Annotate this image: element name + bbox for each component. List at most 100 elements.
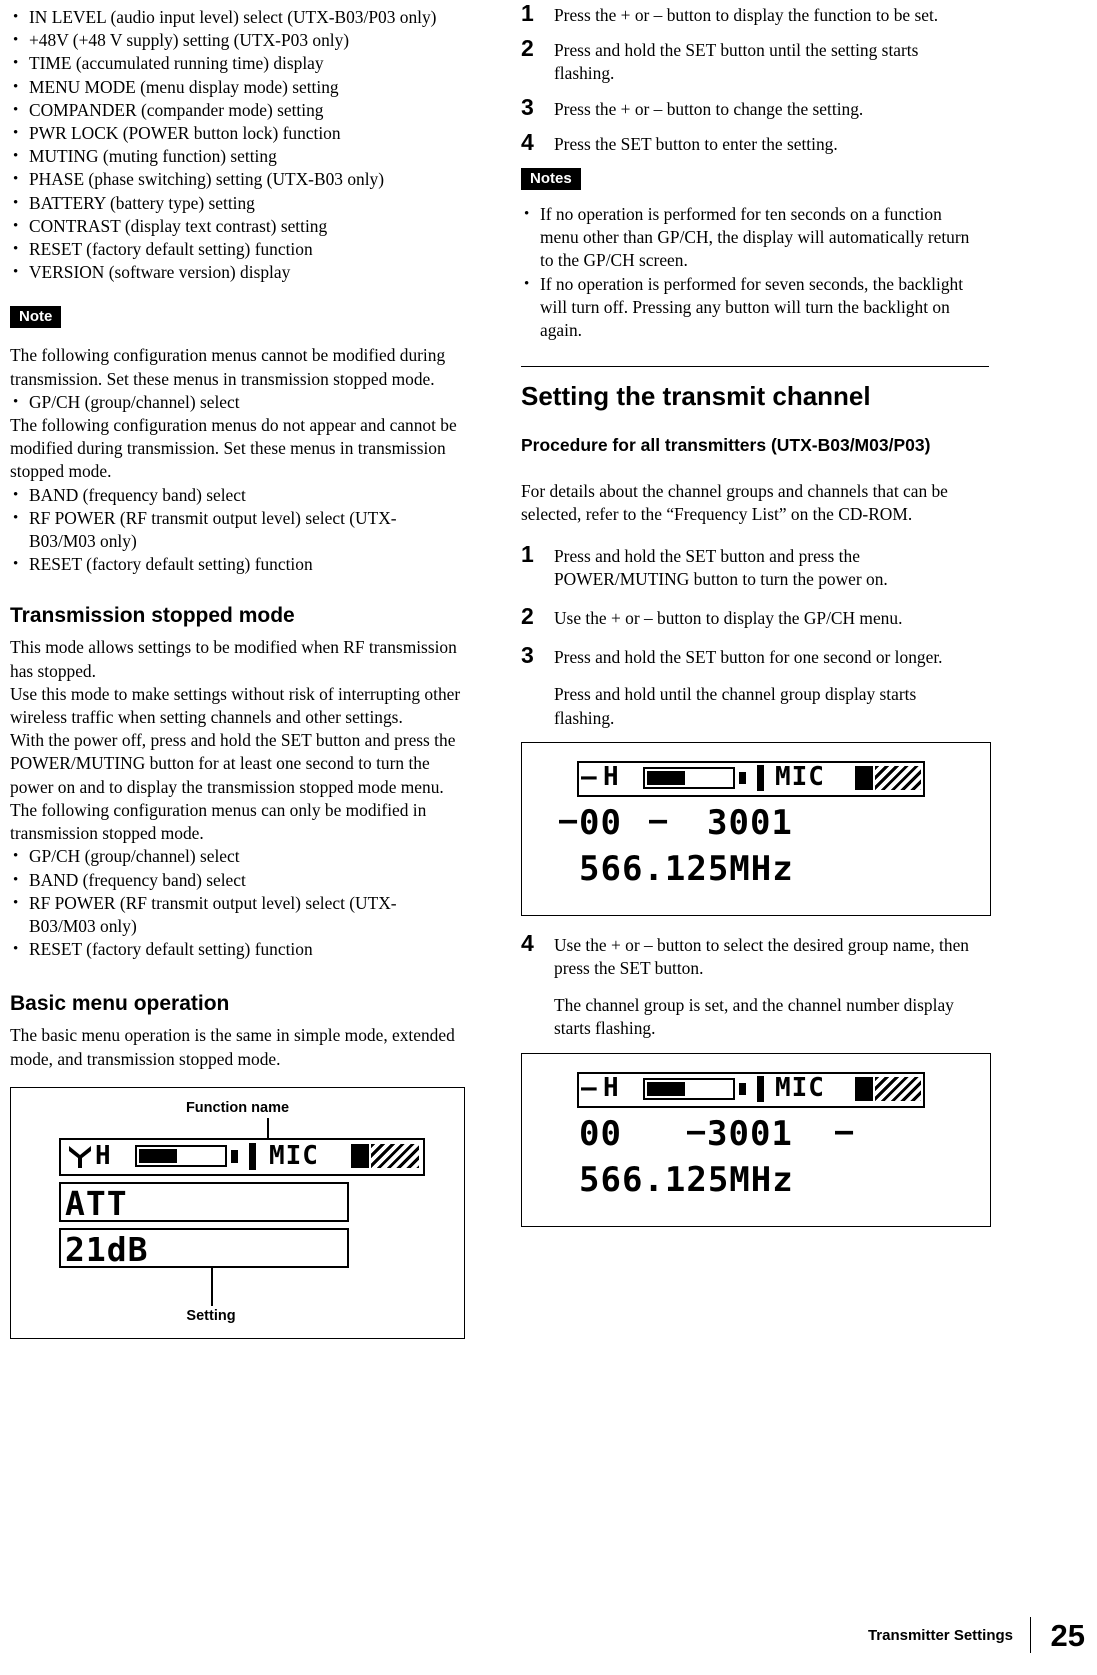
list-item: IN LEVEL (audio input level) select (UTX… [10,6,462,29]
note-bullets-1: GP/CH (group/channel) select [10,391,462,414]
lcd-status-h: H [95,1140,112,1171]
callout-line-bottom [211,1267,213,1306]
heading-setting-transmit-channel: Setting the transmit channel [521,381,871,412]
lcd-channel-value: 3001 [707,1113,793,1154]
battery-level-fill [647,1081,685,1096]
level-meter-hatch [875,1076,921,1101]
lcd-antenna-dash: – [581,1072,598,1103]
lcd-display: H MIC ATT 21dB [59,1137,425,1269]
right-column: 1 Press the + or – button to display the… [521,0,991,1227]
lcd-status-h: H [603,1072,620,1103]
subheading-procedure: Procedure for all transmitters (UTX-B03/… [521,435,931,456]
list-item: RF POWER (RF transmit output level) sele… [10,507,462,553]
heading-basic-menu-operation: Basic menu operation [10,992,230,1016]
list-item: COMPANDER (compander mode) setting [10,99,462,122]
battery-terminal [739,771,746,784]
notes-tag: Notes [521,168,581,191]
lcd-divider [757,1075,764,1102]
step-text: Press and hold the SET button until the … [554,40,919,84]
list-item: PHASE (phase switching) setting (UTX-B03… [10,168,462,191]
battery-terminal [231,1149,238,1163]
page-number: 25 [1050,1618,1085,1653]
level-meter-block [855,1076,873,1101]
lcd-frequency-value: 566.125MHz [579,1159,794,1200]
notes-bullets: If no operation is performed for ten sec… [521,203,973,342]
list-item: BAND (frequency band) select [10,484,462,507]
flash-indicator-right: – [649,802,669,838]
steps-bottom: 1 Press and hold the SET button and pres… [521,541,973,730]
list-item: BAND (frequency band) select [10,869,462,892]
feature-list: IN LEVEL (audio input level) select (UTX… [10,6,462,285]
level-meter-hatch [875,765,921,790]
lcd-mic-label: MIC [775,1072,825,1103]
manual-page: IN LEVEL (audio input level) select (UTX… [0,0,1097,1675]
step-text: Use the + or – button to select the desi… [554,934,969,979]
lcd-frequency-value: 566.125MHz [579,848,794,889]
step-number: 3 [521,93,534,120]
detail-paragraph: For details about the channel groups and… [521,481,948,525]
lcd-display: – H MIC – – 00 3001 566.125MHz [577,1071,925,1206]
list-item: MENU MODE (menu display mode) setting [10,76,462,99]
flash-indicator-right: – [835,1113,855,1149]
section-divider [521,366,989,368]
list-item: If no operation is performed for ten sec… [521,203,973,273]
step-text: Press the + or – button to change the se… [554,98,864,119]
battery-terminal [739,1082,746,1095]
note-paragraph-1: The following configuration menus cannot… [10,345,446,389]
note-paragraph-2: The following configuration menus do not… [10,415,457,482]
antenna-icon [69,1145,91,1168]
step: 4 Use the + or – button to select the de… [521,930,973,1041]
basic-menu-paragraph: The basic menu operation is the same in … [10,1025,455,1069]
list-item: PWR LOCK (POWER button lock) function [10,122,462,145]
figure-channel-group-flashing: – H MIC – – 00 3001 566.125MHz [521,741,991,916]
list-item: GP/CH (group/channel) select [10,845,462,868]
step-number: 3 [521,642,534,669]
lcd-display: – H MIC – – 00 3001 566.125MHz [559,760,925,895]
step: 4 Press the SET button to enter the sett… [521,129,973,156]
list-item: CONTRAST (display text contrast) setting [10,215,462,238]
step-number: 4 [521,929,534,956]
list-item: RF POWER (RF transmit output level) sele… [10,892,462,938]
lcd-divider [249,1142,256,1170]
step-number: 2 [521,603,534,630]
step-sub-text: Press and hold until the channel group d… [554,684,917,728]
step-number: 4 [521,128,534,155]
lcd-function-value: ATT [65,1183,128,1223]
lcd-group-value: 00 [579,802,622,843]
lcd-mic-label: MIC [775,761,825,792]
footer-section-label: Transmitter Settings [867,1627,1013,1644]
level-meter-block [351,1143,369,1168]
list-item: RESET (factory default setting) function [10,938,462,961]
page-footer: Transmitter Settings 25 [0,1615,1097,1675]
list-item: +48V (+48 V supply) setting (UTX-P03 onl… [10,29,462,52]
battery-level-fill [647,770,685,785]
note-bullets-2: BAND (frequency band) select RF POWER (R… [10,484,462,577]
callout-function-name: Function name [185,1099,290,1116]
step: 1 Press and hold the SET button and pres… [521,541,973,591]
lcd-channel-value: 3001 [707,802,793,843]
flash-indicator-left: – [687,1113,707,1149]
list-item: GP/CH (group/channel) select [10,391,462,414]
lcd-mic-label: MIC [269,1140,319,1171]
step-sub-text: The channel group is set, and the channe… [554,995,954,1039]
list-item: BATTERY (battery type) setting [10,192,462,215]
step-number: 1 [521,540,534,567]
figure-channel-number-flashing: – H MIC – – 00 3001 566.125MHz [521,1052,991,1227]
step-number: 2 [521,35,534,62]
transmission-stopped-bullets: GP/CH (group/channel) select BAND (frequ… [10,845,462,961]
steps-top: 1 Press the + or – button to display the… [521,0,973,156]
step: 3 Press the + or – button to change the … [521,94,973,121]
lcd-divider [757,764,764,791]
list-item: If no operation is performed for seven s… [521,273,973,343]
step-text: Use the + or – button to display the GP/… [554,608,903,629]
heading-transmission-stopped-mode: Transmission stopped mode [10,604,295,628]
step-text: Press the SET button to enter the settin… [554,133,838,154]
list-item: MUTING (muting function) setting [10,145,462,168]
step-number: 1 [521,0,534,26]
transmission-stopped-paragraph: This mode allows settings to be modified… [10,637,461,844]
battery-level-fill [139,1148,177,1163]
step-text: Press and hold the SET button and press … [554,545,888,589]
list-item: RESET (factory default setting) function [10,553,462,576]
step: 3 Press and hold the SET button for one … [521,642,973,730]
list-item: RESET (factory default setting) function [10,238,462,261]
